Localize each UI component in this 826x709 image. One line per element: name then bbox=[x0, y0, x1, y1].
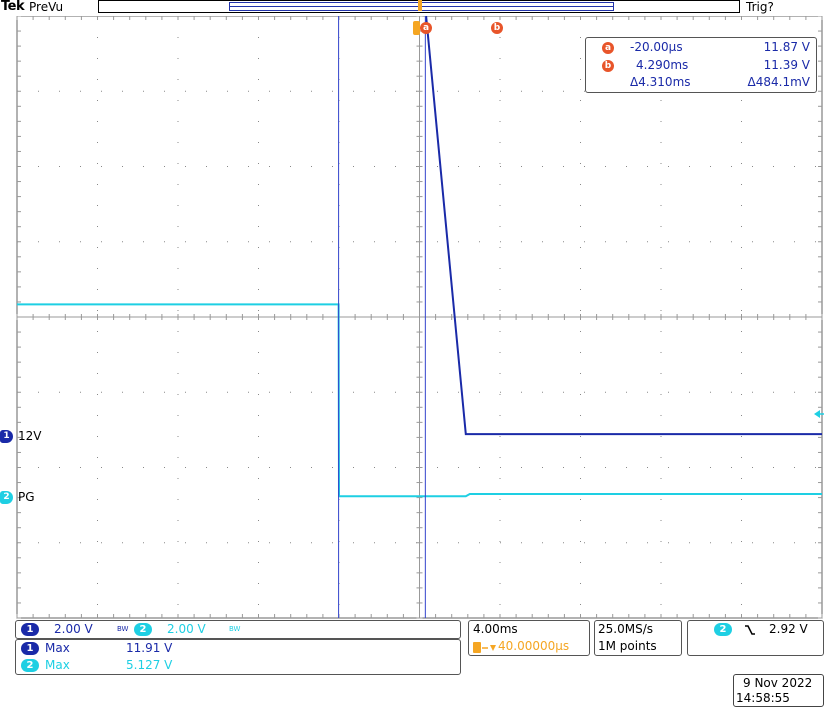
acquisition-panel[interactable]: 25.0MS/s 1M points bbox=[594, 620, 682, 656]
cursor-readout-panel: a -20.00µs 11.87 V b 4.290ms 11.39 V Δ4.… bbox=[585, 37, 817, 93]
trigger-marker-icon bbox=[418, 0, 422, 11]
ch1-label: 12V bbox=[18, 429, 42, 443]
record-length: 1M points bbox=[598, 639, 657, 653]
falling-edge-icon bbox=[745, 625, 755, 635]
timebase-panel[interactable]: 4.00ms 40.00000µs bbox=[468, 620, 590, 656]
acquisition-status: PreVu bbox=[29, 0, 64, 14]
time-display: 14:58:55 bbox=[736, 691, 790, 705]
timebase-scale[interactable]: 4.00ms bbox=[473, 622, 518, 636]
channel-settings-panel[interactable]: 1 2.00 V BW 2 2.00 V BW bbox=[15, 620, 461, 639]
measurement-1-badge: 1 bbox=[21, 642, 39, 655]
ch1-badge[interactable]: 1 bbox=[21, 623, 39, 636]
trigger-t-icon bbox=[413, 21, 420, 35]
ch1-bandwidth-limit: BW bbox=[117, 625, 129, 633]
brand-logo: Tek bbox=[1, 0, 25, 14]
cursor-a-badge[interactable]: a bbox=[413, 21, 435, 36]
ch2-badge[interactable]: 2 bbox=[134, 623, 152, 636]
sample-rate: 25.0MS/s bbox=[598, 622, 653, 636]
measurement-2-value: 5.127 V bbox=[126, 658, 173, 672]
ch1-scale[interactable]: 2.00 V bbox=[54, 622, 93, 636]
cursor-a-readout: a -20.00µs 11.87 V bbox=[586, 40, 818, 56]
ch2-bandwidth-limit: BW bbox=[229, 625, 241, 633]
cursor-b-value: 11.39 V bbox=[763, 58, 810, 72]
cursor-delta-time: Δ4.310ms bbox=[630, 75, 691, 89]
trigger-settings-panel[interactable]: 2 2.92 V bbox=[687, 620, 824, 656]
top-status-bar: Tek PreVu Trig? bbox=[0, 0, 826, 16]
trigger-t-icon bbox=[473, 642, 481, 653]
cursor-delta-value: Δ484.1mV bbox=[747, 75, 810, 89]
cursor-a-time: -20.00µs bbox=[630, 40, 683, 54]
ch2-scale[interactable]: 2.00 V bbox=[167, 622, 206, 636]
ch2-label: PG bbox=[18, 490, 35, 504]
cursor-b-time: 4.290ms bbox=[636, 58, 689, 72]
waveform-display[interactable] bbox=[0, 16, 826, 619]
ch2-ground-marker[interactable]: 2 bbox=[0, 491, 13, 504]
ch1-ground-marker[interactable]: 1 bbox=[0, 430, 13, 443]
measurement-1-name: Max bbox=[45, 641, 70, 655]
trigger-level-arrow-icon bbox=[814, 410, 824, 418]
date-display: 9 Nov 2022 bbox=[743, 676, 813, 690]
trigger-status: Trig? bbox=[746, 0, 774, 14]
measurement-2-name: Max bbox=[45, 658, 70, 672]
trigger-source-badge[interactable]: 2 bbox=[714, 623, 732, 636]
trigger-position[interactable]: 40.00000µs bbox=[498, 639, 569, 653]
trigger-level-marker[interactable] bbox=[812, 405, 824, 418]
cursor-a-value: 11.87 V bbox=[763, 40, 810, 54]
trigger-level[interactable]: 2.92 V bbox=[769, 622, 808, 636]
trigger-position-arrow-icon bbox=[482, 645, 496, 651]
measurements-panel[interactable]: 1 Max 11.91 V 2 Max 5.127 V bbox=[15, 639, 461, 675]
cursor-a-icon: a bbox=[420, 22, 432, 34]
cursor-delta-readout: Δ4.310ms Δ484.1mV bbox=[586, 75, 818, 91]
datetime-panel: 9 Nov 2022 14:58:55 bbox=[733, 674, 824, 707]
cursor-b-readout: b 4.290ms 11.39 V bbox=[586, 58, 818, 74]
measurement-2-badge: 2 bbox=[21, 659, 39, 672]
trigger-position-marker[interactable] bbox=[414, 0, 426, 22]
cursor-a-icon: a bbox=[602, 42, 614, 54]
cursor-b-icon: b bbox=[602, 60, 614, 72]
measurement-1-value: 11.91 V bbox=[126, 641, 173, 655]
cursor-b-badge[interactable]: b bbox=[491, 22, 503, 34]
